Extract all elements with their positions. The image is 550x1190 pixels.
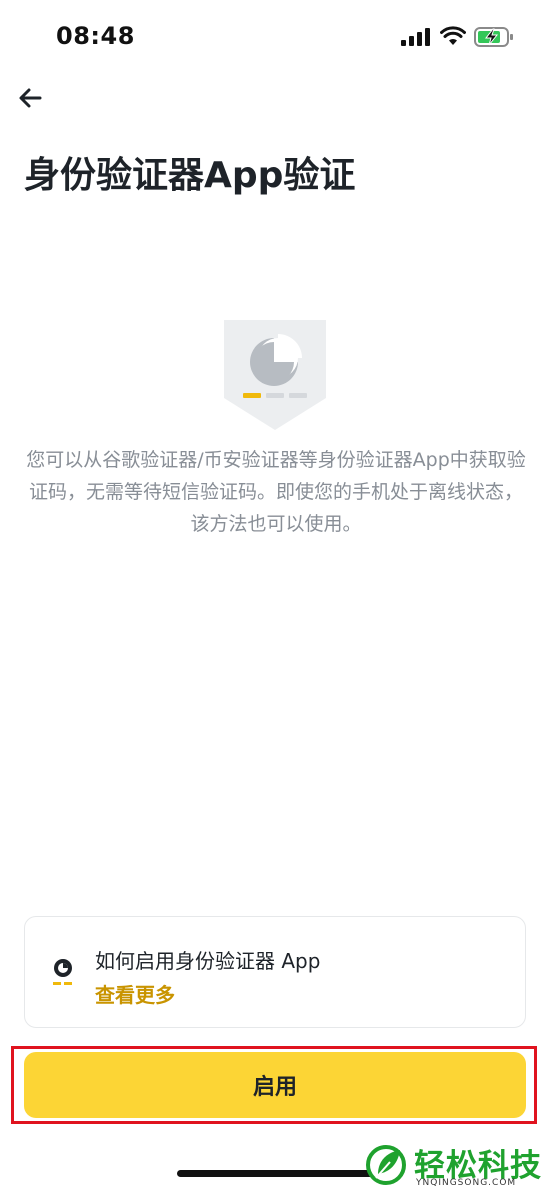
leaf-logo-icon	[366, 1145, 406, 1185]
view-more-link[interactable]: 查看更多	[95, 979, 175, 1008]
status-bar: 08:48	[0, 0, 550, 72]
home-indicator	[177, 1170, 373, 1177]
status-time: 08:48	[56, 22, 135, 50]
description-text: 您可以从谷歌验证器/币安验证器等身份验证器App中获取验证码，无需等待短信验证码…	[26, 449, 526, 535]
page-title: 身份验证器App验证	[24, 155, 356, 196]
help-card-title: 如何启用身份验证器 App	[95, 949, 321, 973]
battery-charging-icon	[474, 27, 513, 47]
guide-icon	[53, 959, 72, 985]
enable-button[interactable]: 启用	[24, 1052, 526, 1118]
help-card[interactable]: 如何启用身份验证器 App 查看更多	[24, 916, 526, 1028]
cellular-signal-icon	[401, 28, 430, 46]
wifi-icon	[440, 26, 466, 45]
watermark-subtext: YNQINGSONG.COM	[416, 1178, 517, 1188]
watermark-logo: 轻松科技 YNQINGSONG.COM	[362, 1140, 550, 1190]
authenticator-shield-icon	[224, 320, 326, 430]
back-arrow-icon[interactable]	[14, 82, 46, 114]
